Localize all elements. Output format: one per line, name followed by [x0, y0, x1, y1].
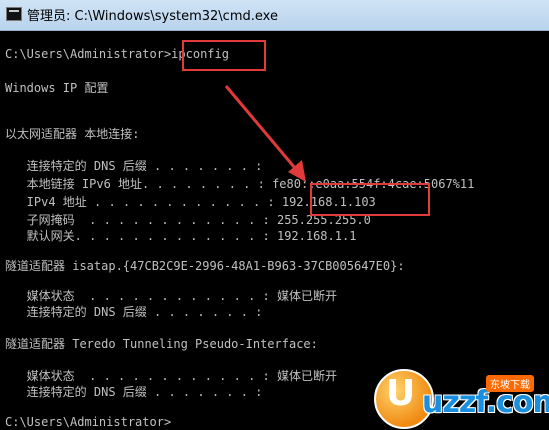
console-line: 默认网关. . . . . . . . . . . . . : 192.168.… — [5, 229, 357, 243]
console-line: Windows IP 配置 — [5, 81, 109, 95]
console-line: 隧道适配器 isatap.{47CB2C9E-2996-48A1-B963-37… — [5, 259, 405, 273]
console-line: 媒体状态 . . . . . . . . . . . . : 媒体已断开 — [5, 369, 337, 383]
ipv4-highlight-box — [310, 183, 430, 216]
watermark-badge: 东坡下载 — [486, 375, 534, 392]
console-line: 以太网适配器 本地连接: — [5, 127, 140, 141]
console-line: 连接特定的 DNS 后缀 . . . . . . . : — [5, 159, 263, 173]
console-line: 连接特定的 DNS 后缀 . . . . . . . : — [5, 305, 263, 319]
title-bar[interactable]: 管理员: C:\Windows\system32\cmd.exe — [0, 0, 549, 31]
command-highlight-box — [182, 40, 266, 71]
console-line: C:\Users\Administrator> — [5, 415, 172, 429]
console-line: 媒体状态 . . . . . . . . . . . . : 媒体已断开 — [5, 289, 337, 303]
console-line: 连接特定的 DNS 后缀 . . . . . . . : — [5, 385, 263, 399]
console-line: 隧道适配器 Teredo Tunneling Pseudo-Interface: — [5, 337, 318, 351]
site-watermark: U uzzf.com 东坡下载 — [368, 367, 549, 429]
cmd-icon — [6, 7, 22, 21]
window-title: 管理员: C:\Windows\system32\cmd.exe — [27, 9, 278, 24]
